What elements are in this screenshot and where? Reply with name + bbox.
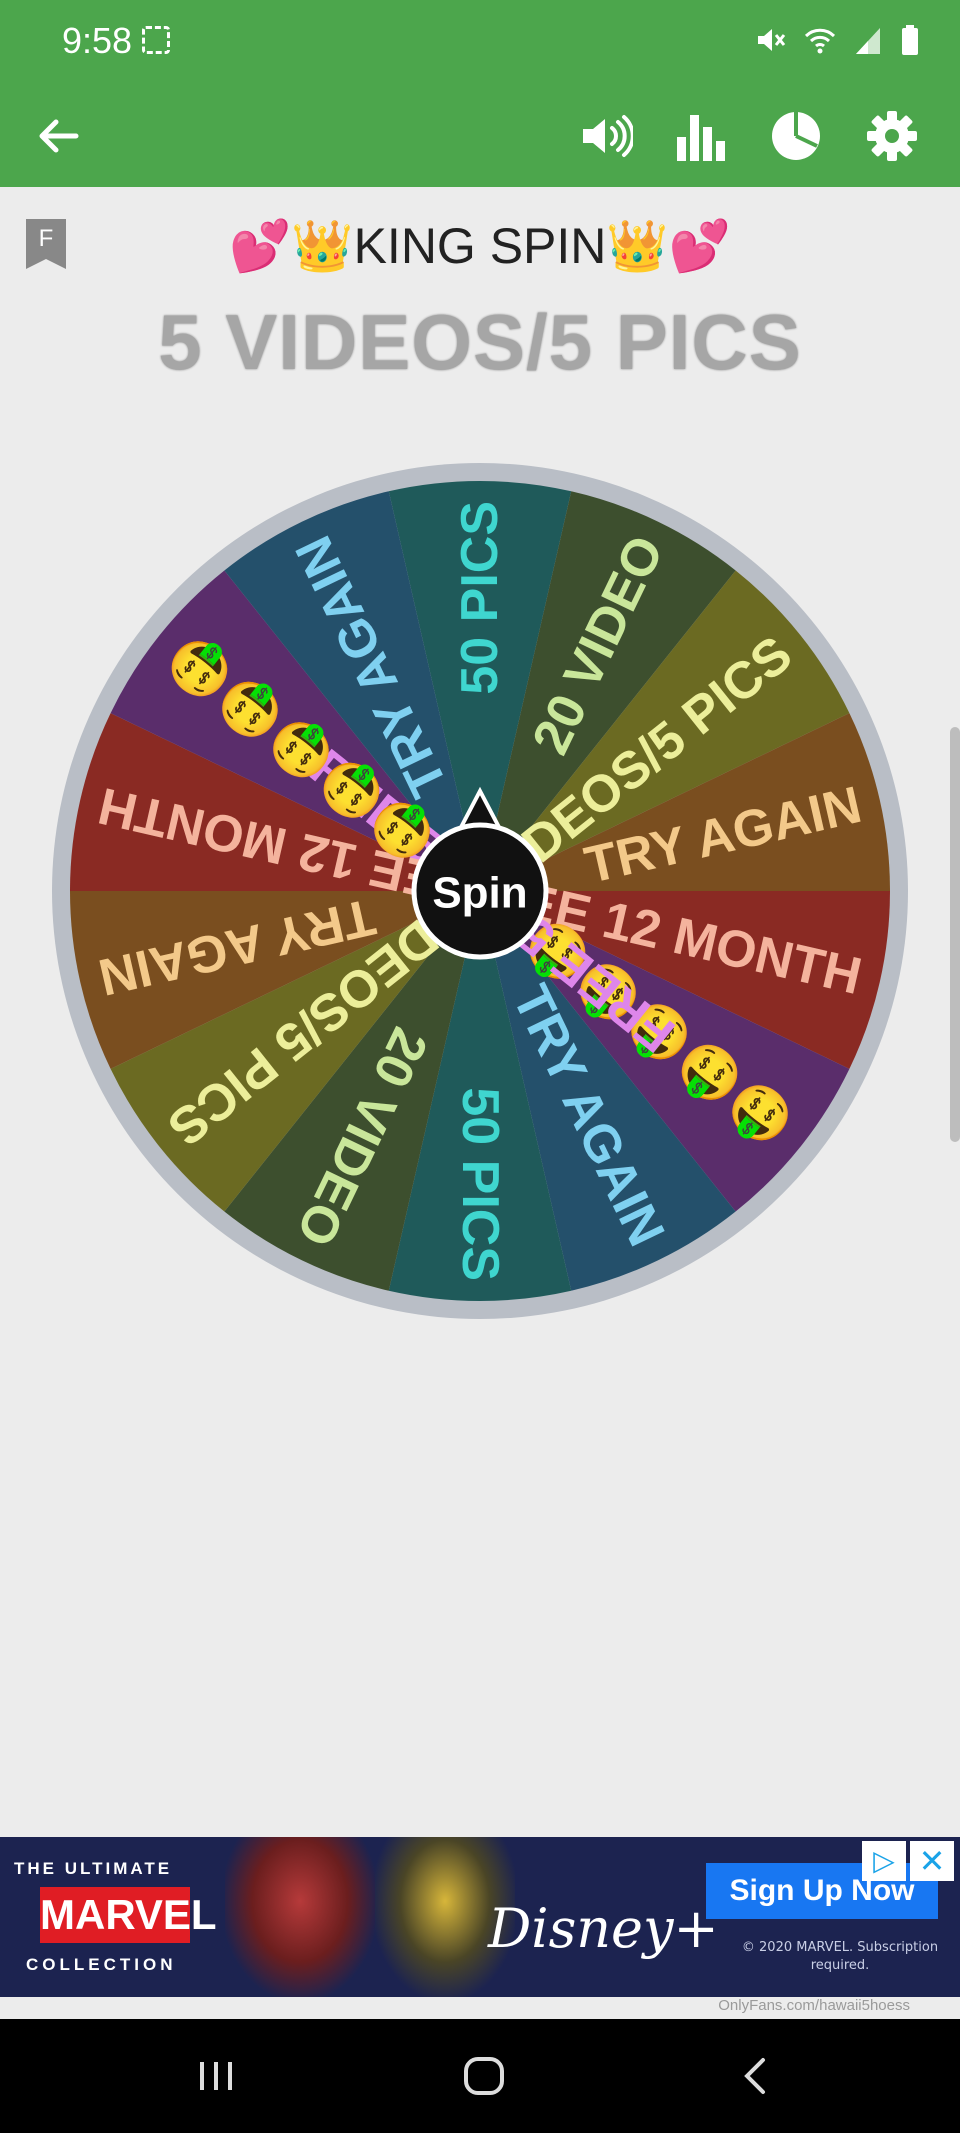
watermark-text: OnlyFans.com/hawaii5hoess <box>718 1997 910 2014</box>
status-bar: 9:58 <box>0 0 960 84</box>
scrollbar[interactable] <box>950 727 960 1142</box>
gear-icon[interactable] <box>862 106 922 166</box>
wifi-icon <box>804 28 836 54</box>
ad-streaming-logo: Disney+ <box>488 1897 719 1960</box>
wheel-screen: F 💕👑KING SPIN👑💕 5 VIDEOS/5 PICS 50 PICS 2… <box>0 187 960 1837</box>
app-bar <box>0 84 960 187</box>
ad-close-icon[interactable]: ✕ <box>910 1841 954 1881</box>
wheel-result-text: 5 VIDEOS/5 PICS <box>158 298 802 386</box>
signal-icon <box>856 28 880 54</box>
screenshot-icon <box>142 26 170 54</box>
adchoices-icon[interactable]: ▷ <box>862 1841 906 1881</box>
ad-hero-image <box>225 1837 375 1997</box>
mute-icon <box>758 29 786 51</box>
ad-fine-print: © 2020 MARVEL. Subscription required. <box>741 1940 939 1973</box>
status-time: 9:58 <box>62 20 133 61</box>
spin-button-label: Spin <box>432 869 527 918</box>
recents-icon[interactable] <box>186 2049 246 2103</box>
pie-chart-icon[interactable] <box>766 106 826 166</box>
ad-top-line: THE ULTIMATE <box>14 1859 173 1878</box>
status-icons <box>754 24 920 56</box>
page-title: 💕👑KING SPIN👑💕 <box>229 218 731 274</box>
back-icon[interactable] <box>724 2049 784 2103</box>
ad-bottom-line: COLLECTION <box>26 1955 177 1974</box>
volume-icon[interactable] <box>576 106 636 166</box>
back-arrow-icon[interactable] <box>28 106 88 166</box>
system-nav-bar <box>0 2019 960 2133</box>
wheel-graphic[interactable]: 50 PICS 20 VIDEO5 VIDEOS/5 PICSTRY AGAINF… <box>52 463 908 1319</box>
wheel-segment-label: 50 PICS <box>451 1087 509 1281</box>
wheel-segment-label: 50 PICS <box>451 501 509 695</box>
ad-banner[interactable]: THE ULTIMATE MARVEL COLLECTION Disney+ S… <box>0 1837 960 1997</box>
ad-brand-logo: MARVEL <box>40 1887 217 1943</box>
spin-wheel[interactable]: 50 PICS 20 VIDEO 5 VIDEOS/5 PICS TRY AGAIN F… <box>52 463 908 1319</box>
bar-chart-icon[interactable] <box>670 106 730 166</box>
battery-icon <box>902 25 918 55</box>
home-icon[interactable] <box>454 2049 514 2103</box>
watermark-bar: OnlyFans.com/hawaii5hoess <box>0 1997 960 2019</box>
